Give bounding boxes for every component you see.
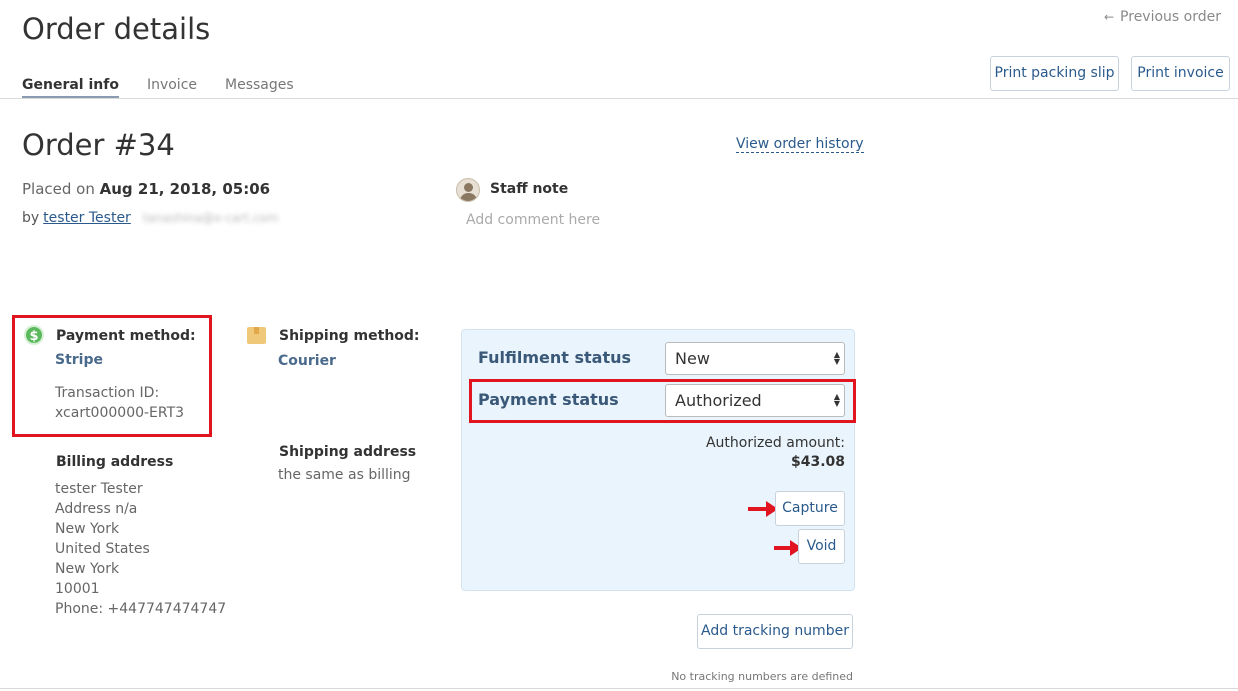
shipping-method-value: Courier <box>278 353 336 369</box>
customer-name-link[interactable]: tester Tester <box>43 210 131 226</box>
authorized-amount-value: $43.08 <box>790 454 845 470</box>
shipping-method-label: Shipping method: <box>279 328 420 344</box>
staff-note-input[interactable] <box>466 212 766 228</box>
void-button[interactable]: Void <box>798 529 845 564</box>
staff-note-label: Staff note <box>490 181 569 197</box>
tab-general-info[interactable]: General info <box>22 77 119 99</box>
select-arrows-icon: ▲ ▼ <box>833 350 840 366</box>
previous-order-label: Previous order <box>1120 9 1221 25</box>
capture-button[interactable]: Capture <box>775 491 845 526</box>
placed-on-label: Placed on <box>22 180 95 198</box>
billing-address-label: Billing address <box>56 454 174 470</box>
tab-invoice[interactable]: Invoice <box>147 77 197 99</box>
footer-divider <box>0 688 1238 689</box>
print-invoice-button[interactable]: Print invoice <box>1131 56 1230 91</box>
header-divider <box>0 98 1238 99</box>
authorized-amount-label: Authorized amount: <box>705 435 845 451</box>
page-title: Order details <box>22 12 211 46</box>
red-arrow-icon <box>748 501 778 517</box>
billing-line: 10001 <box>55 581 100 597</box>
view-order-history-link[interactable]: View order history <box>736 136 864 153</box>
fulfilment-status-value: New <box>675 349 710 368</box>
previous-order-link[interactable]: ← Previous order <box>1104 9 1221 25</box>
billing-line: Phone: +447747474747 <box>55 601 227 617</box>
order-number: Order #34 <box>22 128 175 162</box>
billing-line: Address n/a <box>55 501 138 517</box>
fulfilment-status-label: Fulfilment status <box>478 348 632 367</box>
print-packing-slip-button[interactable]: Print packing slip <box>990 56 1119 91</box>
payment-highlight-box <box>12 315 212 437</box>
package-icon <box>247 327 266 344</box>
customer-email: tanashina@x-cart.com <box>142 211 279 225</box>
shipping-address-value: the same as billing <box>278 467 411 483</box>
add-tracking-number-button[interactable]: Add tracking number <box>697 614 853 649</box>
fulfilment-status-select[interactable]: New ▲ ▼ <box>665 342 845 375</box>
red-arrow-icon <box>774 540 802 556</box>
by-label: by <box>22 210 40 226</box>
customer-line: by tester Tester tanashina@x-cart.com <box>22 210 278 226</box>
payment-status-highlight-box <box>469 379 856 423</box>
staff-avatar-icon <box>456 178 480 202</box>
placed-on-text: Placed on Aug 21, 2018, 05:06 <box>22 180 270 198</box>
billing-line: New York <box>55 521 120 537</box>
placed-on-date: Aug 21, 2018, 05:06 <box>99 180 271 198</box>
shipping-address-label: Shipping address <box>279 444 417 460</box>
billing-line: United States <box>55 541 150 557</box>
tab-messages[interactable]: Messages <box>225 77 294 99</box>
billing-address: tester Tester Address n/a New York Unite… <box>55 479 226 619</box>
billing-line: New York <box>55 561 120 577</box>
tab-bar: General info Invoice Messages <box>22 77 322 99</box>
billing-line: tester Tester <box>55 481 143 497</box>
no-tracking-text: No tracking numbers are defined <box>671 670 853 683</box>
arrow-left-icon: ← <box>1103 10 1115 24</box>
